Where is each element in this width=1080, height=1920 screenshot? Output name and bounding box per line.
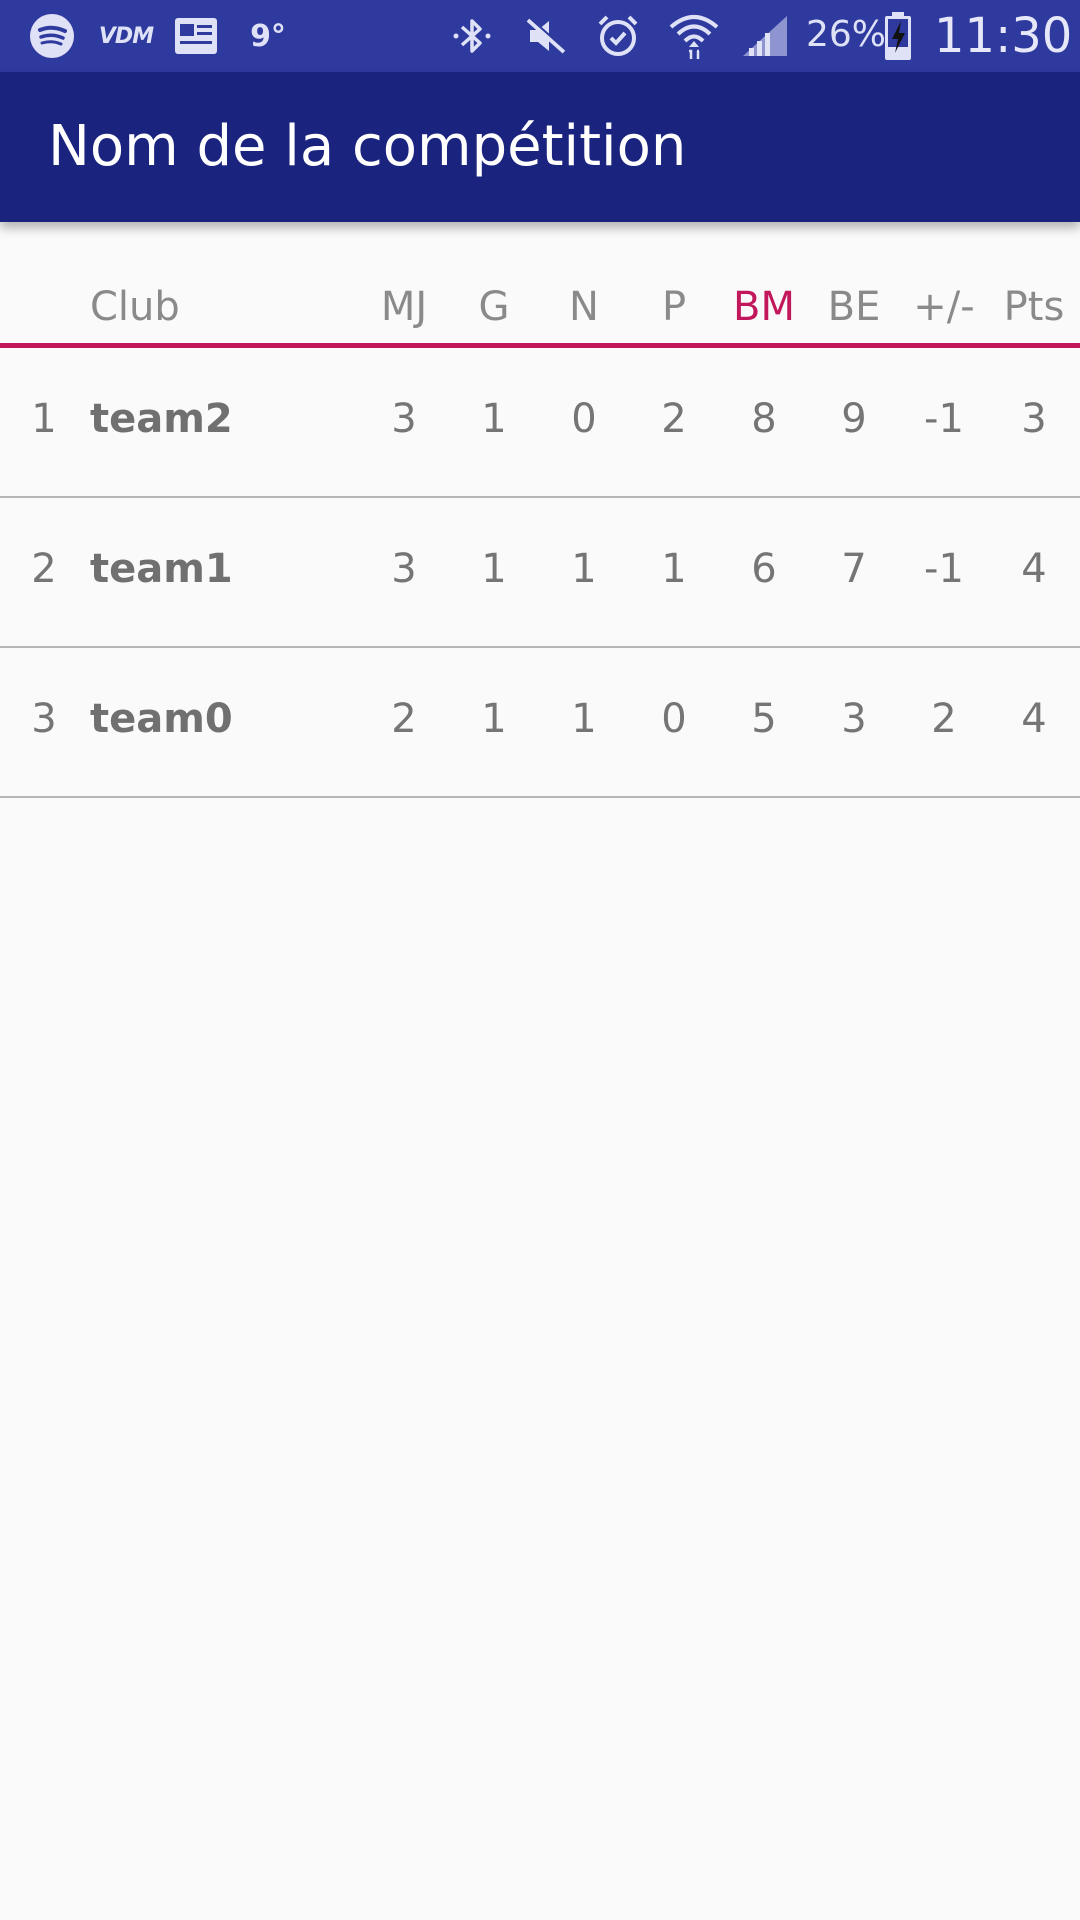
alarm-icon (592, 10, 644, 62)
status-bar: VDM 9° 26% 11:30 (0, 0, 1080, 72)
header-be[interactable]: BE (814, 284, 894, 330)
news-icon (172, 10, 220, 62)
battery-charging-icon (880, 10, 916, 62)
goals-against: 9 (841, 396, 867, 442)
table-header: Club MJ G N P BM BE +/- Pts (0, 222, 1080, 348)
header-goal-difference[interactable]: +/- (904, 284, 984, 330)
screen: VDM 9° 26% 11:30 Nom de la compétition C… (0, 0, 1080, 1920)
header-bm[interactable]: BM (724, 284, 804, 330)
losses: 1 (661, 546, 687, 592)
goals-for: 5 (751, 696, 777, 742)
matches-played: 3 (391, 396, 417, 442)
weather-icon: 9° (248, 10, 288, 62)
matches-played: 3 (391, 546, 417, 592)
header-pts[interactable]: Pts (994, 284, 1074, 330)
club-name: team0 (90, 696, 233, 742)
rank: 3 (31, 696, 57, 742)
standings-table: Club MJ G N P BM BE +/- Pts 1 team2 3 1 … (0, 222, 1080, 798)
wins: 1 (481, 696, 507, 742)
wins: 1 (481, 546, 507, 592)
goals-for: 6 (751, 546, 777, 592)
vdm-label: VDM (98, 23, 154, 49)
wins: 1 (481, 396, 507, 442)
table-row[interactable]: 3 team0 2 1 1 0 5 3 2 4 (0, 648, 1080, 798)
mute-icon (520, 10, 572, 62)
wifi-icon (666, 10, 722, 62)
header-n[interactable]: N (544, 284, 624, 330)
goal-difference: -1 (924, 396, 964, 442)
losses: 2 (661, 396, 687, 442)
spotify-icon (26, 10, 78, 62)
losses: 0 (661, 696, 687, 742)
points: 4 (1021, 546, 1047, 592)
goals-against: 3 (841, 696, 867, 742)
club-name: team1 (90, 546, 233, 592)
bluetooth-icon (446, 10, 498, 62)
temperature-label: 9° (250, 18, 286, 54)
signal-icon (740, 10, 790, 62)
matches-played: 2 (391, 696, 417, 742)
points: 4 (1021, 696, 1047, 742)
battery-percent: 26% (806, 14, 887, 55)
draws: 1 (571, 546, 597, 592)
header-mj[interactable]: MJ (364, 284, 444, 330)
table-row[interactable]: 1 team2 3 1 0 2 8 9 -1 3 (0, 348, 1080, 498)
goals-against: 7 (841, 546, 867, 592)
table-row[interactable]: 2 team1 3 1 1 1 6 7 -1 4 (0, 498, 1080, 648)
header-p[interactable]: P (634, 284, 714, 330)
points: 3 (1021, 396, 1047, 442)
header-g[interactable]: G (454, 284, 534, 330)
goal-difference: 2 (931, 696, 957, 742)
draws: 0 (571, 396, 597, 442)
clock: 11:30 (934, 8, 1073, 64)
goals-for: 8 (751, 396, 777, 442)
header-club[interactable]: Club (90, 284, 350, 330)
draws: 1 (571, 696, 597, 742)
rank: 2 (31, 546, 57, 592)
rank: 1 (31, 396, 57, 442)
app-bar: Nom de la compétition (0, 72, 1080, 222)
club-name: team2 (90, 396, 233, 442)
vdm-icon: VDM (98, 10, 154, 62)
goal-difference: -1 (924, 546, 964, 592)
page-title: Nom de la compétition (48, 114, 687, 179)
